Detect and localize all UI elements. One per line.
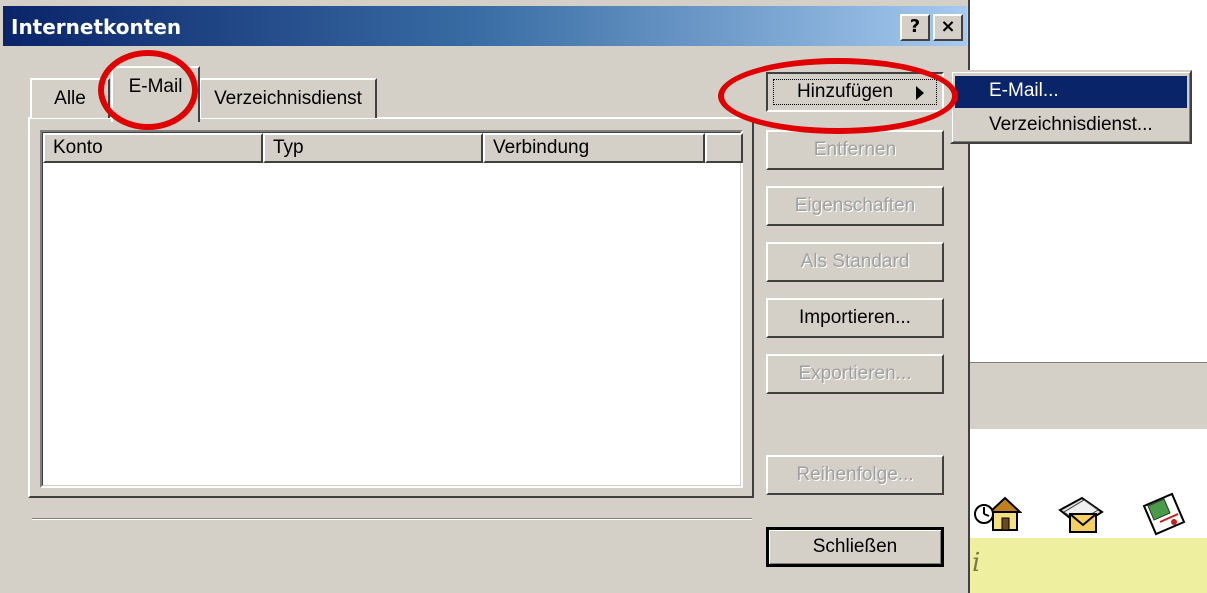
add-popup-menu: E-Mail... Verzeichnisdienst... [950, 70, 1192, 144]
menu-item-email[interactable]: E-Mail... [955, 76, 1187, 108]
close-button[interactable]: Schließen [766, 527, 944, 567]
order-button[interactable]: Reihenfolge... [766, 455, 944, 495]
menu-item-verzeichnisdienst[interactable]: Verzeichnisdienst... [955, 110, 1187, 142]
tab-email-label: E-Mail [128, 76, 183, 97]
add-button[interactable]: Hinzufügen [766, 72, 944, 112]
background-toolbar-strip [970, 362, 1207, 430]
divider [32, 518, 752, 520]
tab-email[interactable]: E-Mail [111, 66, 200, 122]
remove-button[interactable]: Entfernen [766, 130, 944, 170]
column-header-konto[interactable]: Konto [43, 133, 263, 163]
dialog-title: Internetkonten [11, 15, 182, 39]
accounts-list-frame: Konto Typ Verbindung [42, 132, 743, 486]
background-status-glyph: i [972, 548, 981, 578]
export-button[interactable]: Exportieren... [766, 354, 944, 394]
postcard-icon[interactable] [1138, 492, 1188, 536]
import-button[interactable]: Importieren... [766, 298, 944, 338]
tab-alle[interactable]: Alle [30, 78, 110, 118]
column-header-filler [705, 133, 743, 163]
tab-alle-label: Alle [54, 88, 86, 109]
submenu-arrow-icon [916, 86, 924, 100]
help-button[interactable]: ? [900, 14, 930, 41]
mail-envelope-icon[interactable] [1056, 492, 1106, 536]
accounts-list[interactable]: Konto Typ Verbindung [40, 130, 743, 488]
internet-accounts-dialog: Internetkonten ? × Alle Verzeichnisdiens… [0, 0, 970, 593]
add-button-label: Hinzufügen [796, 81, 894, 102]
properties-button[interactable]: Eigenschaften [766, 186, 944, 226]
column-header-verbindung[interactable]: Verbindung [483, 133, 705, 163]
column-header-typ[interactable]: Typ [263, 133, 483, 163]
close-window-button[interactable]: × [933, 14, 963, 41]
background-status-bar [970, 538, 1207, 593]
title-bar[interactable]: Internetkonten ? × [3, 6, 967, 46]
tab-verzeichnisdienst-label: Verzeichnisdienst [214, 88, 362, 109]
tab-verzeichnisdienst[interactable]: Verzeichnisdienst [199, 78, 377, 118]
set-default-button[interactable]: Als Standard [766, 242, 944, 282]
home-icon[interactable] [972, 492, 1022, 536]
